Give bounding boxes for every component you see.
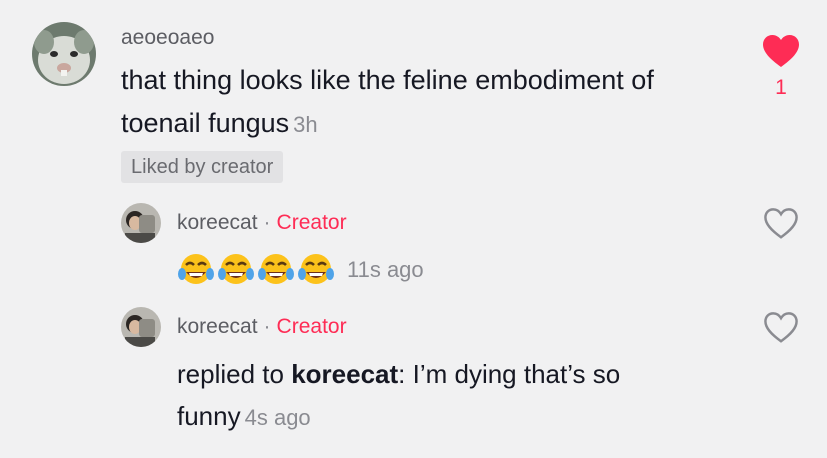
face-with-tears-of-joy-icon xyxy=(177,252,215,288)
comment-username[interactable]: aeoeoaeo xyxy=(121,26,214,50)
separator-dot: · xyxy=(263,211,271,234)
reply-time: 4s ago xyxy=(244,405,311,430)
face-with-tears-of-joy-icon xyxy=(217,252,255,288)
separator-dot: · xyxy=(263,315,271,338)
face-with-tears-of-joy-icon xyxy=(297,252,335,288)
creator-tag: Creator xyxy=(276,211,347,234)
face-with-tears-of-joy-icon xyxy=(257,252,295,288)
heart-filled-icon xyxy=(763,35,799,67)
reply-header: koreecat · Creator xyxy=(177,315,347,339)
reply-header: koreecat · Creator xyxy=(177,211,347,235)
user-avatar-image xyxy=(121,203,161,243)
like-count: 1 xyxy=(775,76,787,99)
reply-like-button[interactable] xyxy=(763,311,799,345)
reply-text: replied to koreecat: I’m dying that’s so… xyxy=(177,353,620,439)
reply-avatar[interactable] xyxy=(121,203,161,243)
reply-avatar[interactable] xyxy=(121,307,161,347)
comment-text-line1: that thing looks like the feline embodim… xyxy=(121,65,654,95)
user-avatar-image xyxy=(121,307,161,347)
creator-tag: Creator xyxy=(276,315,347,338)
reply-username[interactable]: koreecat xyxy=(177,211,258,234)
comment-text: that thing looks like the feline embodim… xyxy=(121,59,654,146)
reply-time: 11s ago xyxy=(347,257,424,282)
heart-outline-icon xyxy=(764,208,798,239)
reply-prefix: replied to xyxy=(177,359,292,389)
commenter-avatar[interactable] xyxy=(32,22,96,86)
heart-outline-icon xyxy=(764,312,798,343)
reply-text-line1: replied to koreecat: I’m dying that’s so xyxy=(177,353,620,395)
reply-like-button[interactable] xyxy=(763,207,799,241)
like-button[interactable] xyxy=(762,34,800,70)
comment-time: 3h xyxy=(293,112,318,137)
liked-by-creator-badge: Liked by creator xyxy=(121,151,284,183)
comment-text-line2-content: toenail fungus xyxy=(121,108,290,138)
reply-emoji-text: 11s ago xyxy=(177,252,424,288)
cat-avatar-image xyxy=(32,22,96,86)
reply-username[interactable]: koreecat xyxy=(177,315,258,338)
reply-body-line2: funny xyxy=(177,401,241,431)
reply-body: : I’m dying that’s so xyxy=(398,359,621,389)
reply-text-line2: funny 4s ago xyxy=(177,395,620,439)
reply-mention[interactable]: koreecat xyxy=(291,359,398,389)
comment-text-line2: toenail fungus 3h xyxy=(121,102,654,146)
